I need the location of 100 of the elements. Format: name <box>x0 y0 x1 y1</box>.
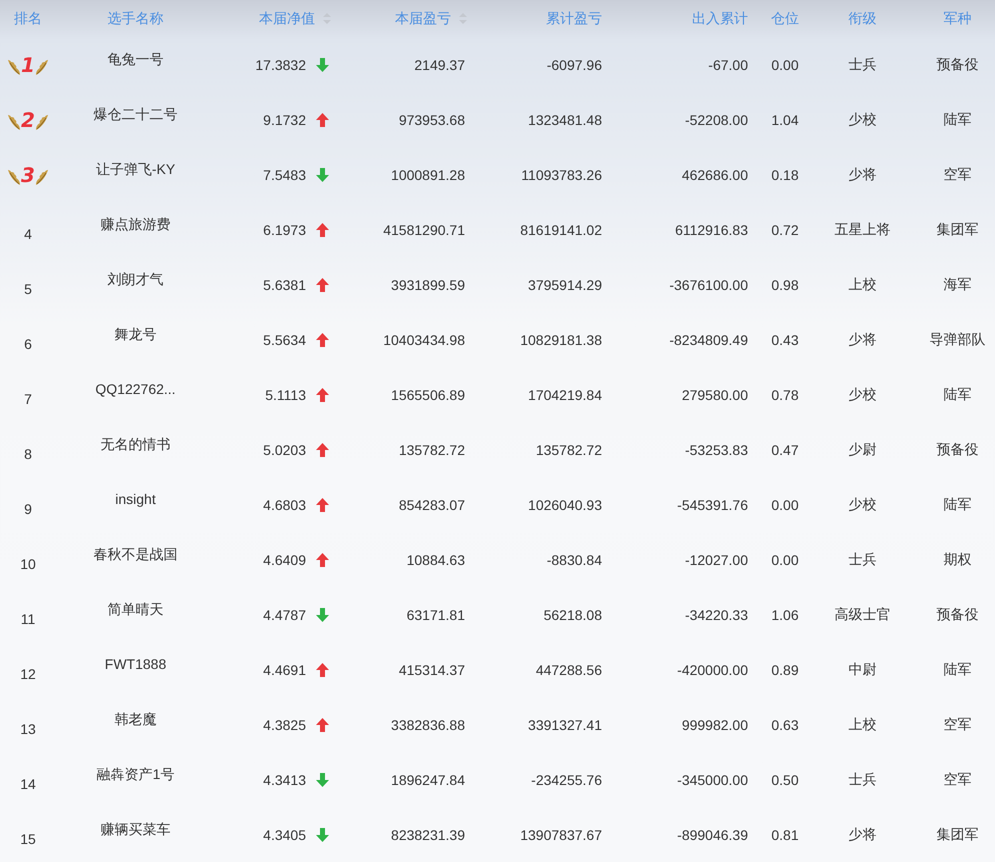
player-name: 简单晴天 <box>108 601 164 619</box>
season-profit: 3931899.59 <box>391 276 465 292</box>
position-ratio: 0.89 <box>771 662 799 678</box>
player-name: 爆仓二十二号 <box>94 106 178 124</box>
cumulative-profit: -234255.76 <box>531 772 602 788</box>
net-value: 4.3825 <box>263 716 306 732</box>
net-value: 4.3405 <box>263 826 306 842</box>
player-name: 让子弹飞-KY <box>96 161 176 179</box>
player-name: QQ122762... <box>95 381 176 397</box>
cumulative-profit: 3391327.41 <box>528 716 602 732</box>
net-value: 5.1113 <box>265 386 306 402</box>
net-value: 4.6409 <box>263 552 306 568</box>
position-ratio: 0.81 <box>771 826 799 842</box>
column-header[interactable]: 本届盈亏 <box>395 10 451 28</box>
net-value: 6.1973 <box>263 222 306 238</box>
rank-number: 15 <box>20 830 36 846</box>
rank-title: 士兵 <box>848 770 876 788</box>
cumulative-profit: -6097.96 <box>546 56 602 72</box>
cumulative-profit: 447288.56 <box>536 662 602 678</box>
position-ratio: 0.47 <box>771 442 799 458</box>
cumulative-profit: 81619141.02 <box>520 222 602 238</box>
position-ratio: 1.06 <box>771 606 799 622</box>
rank-number: 5 <box>24 280 32 296</box>
rank-title: 少校 <box>848 496 876 514</box>
rank-title: 士兵 <box>848 56 876 74</box>
army-branch: 空军 <box>944 716 972 734</box>
cumulative-profit: 10829181.38 <box>520 332 602 348</box>
rank-number: 7 <box>24 390 32 406</box>
army-branch: 海军 <box>944 276 972 294</box>
rank-number: 9 <box>24 500 32 516</box>
player-name: 舞龙号 <box>114 326 156 344</box>
rank-title: 少尉 <box>848 440 876 458</box>
season-profit: 973953.68 <box>398 112 465 128</box>
army-branch: 预备役 <box>936 56 978 74</box>
net-value: 5.6381 <box>263 276 306 292</box>
army-branch: 预备役 <box>936 440 978 458</box>
position-ratio: 0.43 <box>771 332 799 348</box>
season-profit: 1896247.84 <box>391 772 465 788</box>
flow-total: 999982.00 <box>682 716 748 732</box>
cumulative-profit: 3795914.29 <box>528 276 602 292</box>
net-value: 17.3832 <box>255 56 306 72</box>
rank-title: 五星上将 <box>834 220 890 238</box>
flow-total: -420000.00 <box>677 662 748 678</box>
net-value: 7.5483 <box>263 166 306 182</box>
season-profit: 135782.72 <box>398 442 465 458</box>
player-name: 刘朗才气 <box>108 271 164 289</box>
army-branch: 集团军 <box>936 826 978 844</box>
player-name: 赚点旅游费 <box>100 216 170 234</box>
player-name: 龟兔一号 <box>108 51 164 69</box>
player-name: 春秋不是战国 <box>94 546 178 564</box>
position-ratio: 0.98 <box>771 276 799 292</box>
column-header: 累计盈亏 <box>546 10 602 28</box>
player-name: 无名的情书 <box>100 436 170 454</box>
position-ratio: 0.78 <box>771 386 799 402</box>
column-header[interactable]: 本届净值 <box>259 10 315 28</box>
player-name: 韩老魔 <box>114 711 156 729</box>
player-name: FWT1888 <box>104 656 166 672</box>
season-profit: 63171.81 <box>406 606 465 622</box>
rank-number: 4 <box>24 226 32 242</box>
rank-number: 6 <box>24 336 32 352</box>
position-ratio: 0.72 <box>771 222 799 238</box>
cumulative-profit: 56218.08 <box>544 606 602 622</box>
column-header: 排名 <box>14 10 42 28</box>
season-profit: 854283.07 <box>398 496 465 512</box>
cumulative-profit: -8830.84 <box>546 552 602 568</box>
cumulative-profit: 1704219.84 <box>528 386 602 402</box>
rank-title: 士兵 <box>848 550 876 568</box>
position-ratio: 0.00 <box>771 496 799 512</box>
rank-title: 少校 <box>848 110 876 128</box>
rank-title: 少将 <box>848 166 876 184</box>
season-profit: 41581290.71 <box>383 222 465 238</box>
army-branch: 陆军 <box>944 660 972 678</box>
rank-title: 少将 <box>848 826 876 844</box>
net-value: 5.5634 <box>263 332 306 348</box>
column-header: 选手名称 <box>108 10 164 28</box>
cumulative-profit: 1323481.48 <box>528 112 602 128</box>
flow-total: 462686.00 <box>682 166 748 182</box>
rank-title: 中尉 <box>848 660 876 678</box>
flow-total: -34220.33 <box>684 606 748 622</box>
rank-number: 8 <box>24 446 32 462</box>
rank-number: 3 <box>21 162 35 186</box>
flow-total: 6112916.83 <box>675 222 748 238</box>
net-value: 5.0203 <box>263 442 306 458</box>
column-header: 仓位 <box>771 10 799 28</box>
flow-total: -53253.83 <box>684 442 748 458</box>
flow-total: -545391.76 <box>677 496 748 512</box>
position-ratio: 0.50 <box>771 772 799 788</box>
flow-total: -67.00 <box>708 56 748 72</box>
rank-number: 11 <box>20 610 36 626</box>
army-branch: 陆军 <box>944 496 972 514</box>
column-header: 军种 <box>944 10 972 28</box>
flow-total: -8234809.49 <box>669 332 748 348</box>
season-profit: 415314.37 <box>398 662 465 678</box>
net-value: 9.1732 <box>263 112 306 128</box>
army-branch: 陆军 <box>944 110 972 128</box>
army-branch: 空军 <box>944 166 972 184</box>
position-ratio: 0.00 <box>771 552 799 568</box>
net-value: 4.6803 <box>263 496 306 512</box>
rank-title: 少将 <box>848 330 876 348</box>
rank-number: 12 <box>20 666 36 682</box>
